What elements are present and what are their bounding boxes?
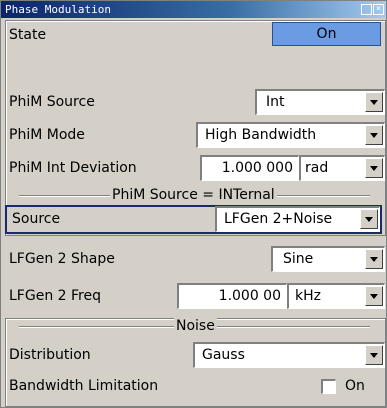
phim-source-select[interactable]: Int: [255, 89, 385, 115]
bandwidth-limitation-checkbox[interactable]: [321, 379, 336, 394]
lfgen-shape-select[interactable]: Sine: [271, 246, 385, 272]
chevron-down-icon[interactable]: [365, 249, 383, 269]
lfgen-freq-value: 1.000 00: [218, 288, 281, 304]
chevron-down-icon[interactable]: [360, 209, 378, 229]
title-bar: Phase Modulation ×: [1, 1, 386, 18]
maximize-icon[interactable]: [361, 4, 372, 15]
chevron-down-icon[interactable]: [365, 345, 383, 365]
internal-source-value: LFGen 2+Noise: [224, 211, 333, 227]
bandwidth-checkbox-label: On: [345, 378, 365, 394]
lfgen-freq-label: LFGen 2 Freq: [9, 288, 101, 304]
lfgen-freq-unit-select[interactable]: kHz: [287, 283, 385, 309]
distribution-select[interactable]: Gauss: [193, 342, 385, 368]
phim-mode-select[interactable]: High Bandwidth: [196, 122, 385, 148]
phim-source-label: PhiM Source: [9, 94, 95, 110]
bandwidth-limitation-label: Bandwidth Limitation: [9, 378, 159, 394]
chevron-down-icon[interactable]: [365, 286, 383, 306]
phim-mode-label: PhiM Mode: [9, 127, 85, 143]
phim-deviation-value: 1.000 000: [221, 160, 293, 176]
close-icon[interactable]: ×: [373, 4, 384, 15]
lfgen-freq-unit: kHz: [295, 288, 321, 304]
chevron-down-icon[interactable]: [365, 92, 383, 112]
distribution-label: Distribution: [9, 347, 91, 363]
distribution-value: Gauss: [202, 347, 245, 363]
phim-deviation-unit-select[interactable]: rad: [299, 155, 385, 181]
phim-deviation-label: PhiM Int Deviation: [9, 160, 137, 176]
chevron-down-icon[interactable]: [365, 125, 383, 145]
phim-deviation-unit: rad: [305, 160, 329, 176]
chevron-down-icon[interactable]: [365, 158, 383, 178]
window-title: Phase Modulation: [5, 3, 111, 16]
internal-source-label: Source: [12, 211, 61, 227]
phase-modulation-window: Phase Modulation × State On PhiM Source …: [0, 0, 387, 408]
noise-section-header: Noise: [174, 318, 217, 334]
lfgen-freq-input[interactable]: 1.000 00: [177, 283, 287, 309]
state-on-button[interactable]: On: [272, 22, 381, 46]
lfgen-shape-label: LFGen 2 Shape: [9, 251, 115, 267]
phim-source-value: Int: [266, 94, 285, 110]
lfgen-shape-value: Sine: [283, 251, 314, 267]
internal-source-select[interactable]: LFGen 2+Noise: [215, 206, 380, 232]
state-label: State: [9, 27, 47, 43]
phim-deviation-input[interactable]: 1.000 000: [200, 155, 299, 181]
internal-section-header: PhiM Source = INTernal: [110, 187, 277, 203]
phim-mode-value: High Bandwidth: [205, 127, 317, 143]
